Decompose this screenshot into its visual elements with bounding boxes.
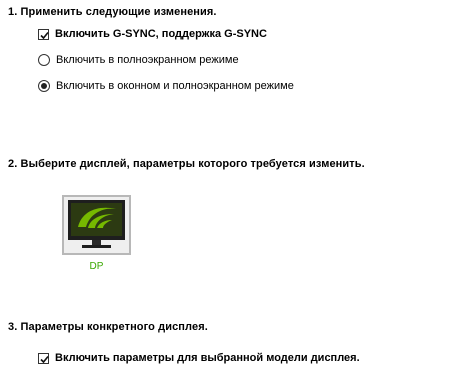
radio-fullscreen[interactable] xyxy=(38,54,50,66)
gsync-checkbox-label: Включить G-SYNC, поддержка G-SYNC xyxy=(55,28,267,40)
model-checkbox-label: Включить параметры для выбранной модели … xyxy=(55,352,360,364)
radio-windowed-fullscreen[interactable] xyxy=(38,80,50,92)
checkmark-icon xyxy=(40,355,49,363)
radio-windowed-row[interactable]: Включить в оконном и полноэкранном режим… xyxy=(38,78,294,94)
model-settings-checkbox[interactable] xyxy=(38,352,49,364)
section-2-title: 2. Выберите дисплей, параметры которого … xyxy=(8,158,365,170)
gsync-checkbox[interactable] xyxy=(38,28,49,40)
model-checkbox-row[interactable]: Включить параметры для выбранной модели … xyxy=(38,350,360,366)
display-label-dp: DP xyxy=(89,261,104,272)
radio-fullscreen-row[interactable]: Включить в полноэкранном режиме xyxy=(38,52,239,68)
section-1-title: 1. Применить следующие изменения. xyxy=(8,6,217,18)
radio-windowed-label: Включить в оконном и полноэкранном режим… xyxy=(56,80,294,92)
gsync-checkbox-row[interactable]: Включить G-SYNC, поддержка G-SYNC xyxy=(38,26,267,42)
display-tile-dp[interactable] xyxy=(62,195,131,255)
checkmark-icon xyxy=(40,31,49,39)
radio-fullscreen-label: Включить в полноэкранном режиме xyxy=(56,54,239,66)
nvidia-monitor-icon xyxy=(68,200,125,248)
section-3-title: 3. Параметры конкретного дисплея. xyxy=(8,321,208,333)
